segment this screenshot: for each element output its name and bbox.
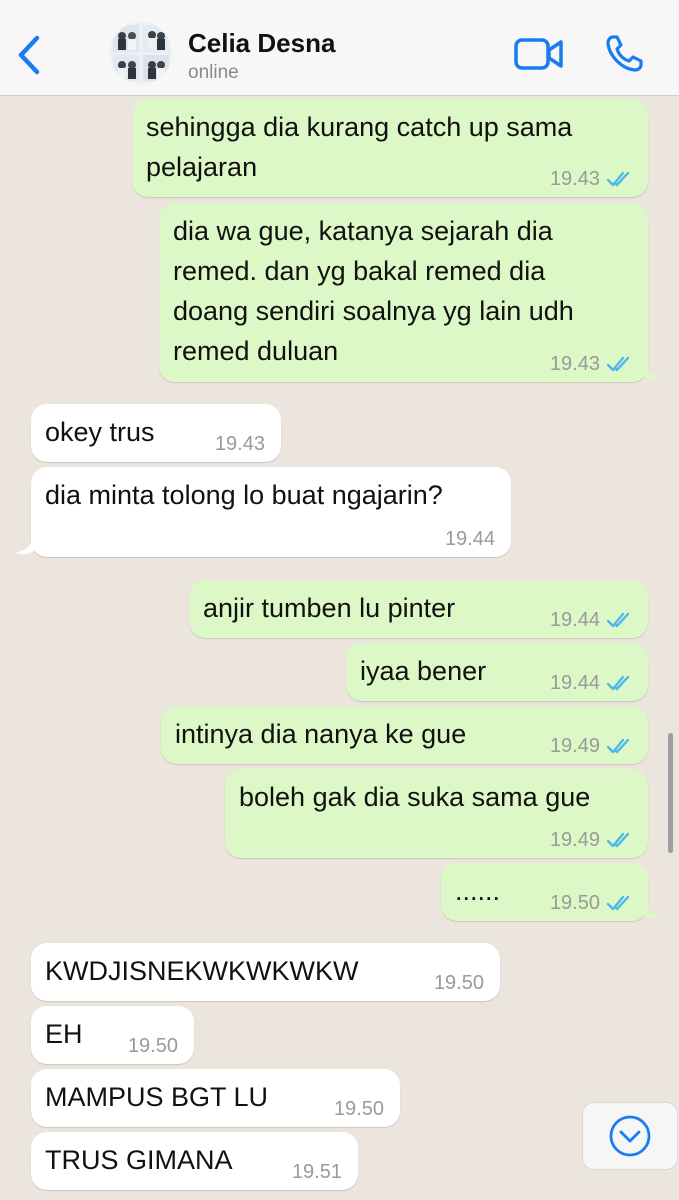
message-meta: 19.50 (334, 1099, 384, 1119)
message-text: TRUS GIMANA (45, 1145, 233, 1175)
message-text: okey trus (45, 417, 155, 447)
profile-photo (110, 22, 172, 84)
message-time: 19.49 (549, 735, 600, 757)
message-meta: 19.43 (215, 434, 265, 454)
message-meta: 19.49 (550, 830, 632, 850)
double-check-icon (606, 675, 630, 691)
message-meta: 19.44 (550, 673, 632, 693)
message-text: iyaa bener (360, 656, 487, 686)
chevron-down-circle-icon (609, 1115, 651, 1157)
message-incoming[interactable]: EH 19.50 (31, 1006, 194, 1064)
message-text: intinya dia nanya ke gue (175, 719, 467, 749)
message-incoming[interactable]: okey trus 19.43 (31, 404, 281, 462)
avatar[interactable] (110, 22, 172, 84)
double-check-icon (606, 738, 630, 754)
message-incoming[interactable]: dia minta tolong lo buat ngajarin? 19.44 (31, 467, 511, 557)
message-outgoing[interactable]: dia wa gue, katanya sejarah dia remed. d… (159, 203, 648, 382)
message-meta: 19.44 (445, 529, 495, 549)
video-camera-icon (514, 38, 563, 70)
message-text: boleh gak dia suka sama gue (239, 782, 591, 812)
message-meta: 19.50 (128, 1036, 178, 1056)
message-time: 19.43 (549, 168, 600, 190)
double-check-icon (606, 171, 630, 187)
message-text: KWDJISNEKWKWKWKW (45, 956, 359, 986)
scrollbar[interactable] (668, 733, 673, 853)
message-time: 19.49 (549, 829, 600, 851)
message-time: 19.50 (127, 1035, 178, 1057)
message-outgoing[interactable]: iyaa bener 19.44 (346, 643, 648, 701)
message-outgoing[interactable]: sehingga dia kurang catch up sama pelaja… (132, 99, 648, 197)
message-meta: 19.51 (292, 1162, 342, 1182)
message-text: ...... (455, 876, 501, 906)
message-time: 19.50 (549, 892, 600, 914)
message-time: 19.43 (549, 353, 600, 375)
message-text: sehingga dia kurang catch up sama pelaja… (146, 112, 573, 182)
message-time: 19.44 (549, 609, 600, 631)
message-text: dia minta tolong lo buat ngajarin? (45, 480, 443, 510)
double-check-icon (606, 612, 630, 628)
message-meta: 19.49 (550, 736, 632, 756)
message-incoming[interactable]: KWDJISNEKWKWKWKW 19.50 (31, 943, 500, 1001)
message-text: dia wa gue, katanya sejarah dia remed. d… (173, 216, 574, 366)
bubble-tail (643, 901, 663, 919)
message-meta: 19.43 (550, 354, 632, 374)
message-time: 19.44 (549, 672, 600, 694)
double-check-icon (606, 832, 630, 848)
message-meta: 19.44 (550, 610, 632, 630)
message-time: 19.43 (214, 433, 265, 455)
bubble-tail (14, 537, 34, 555)
message-meta: 19.50 (550, 893, 632, 913)
bubble-tail (643, 362, 663, 380)
message-incoming[interactable]: TRUS GIMANA 19.51 (31, 1132, 358, 1190)
message-time: 19.51 (291, 1161, 342, 1183)
scroll-to-bottom-button[interactable] (582, 1102, 678, 1170)
message-meta: 19.50 (434, 973, 484, 993)
message-outgoing[interactable]: anjir tumben lu pinter 19.44 (189, 580, 648, 638)
double-check-icon (606, 895, 630, 911)
message-outgoing[interactable]: ...... 19.50 (441, 863, 648, 921)
message-text: anjir tumben lu pinter (203, 593, 456, 623)
contact-status: online (188, 62, 239, 83)
message-incoming[interactable]: MAMPUS BGT LU 19.50 (31, 1069, 400, 1127)
message-outgoing[interactable]: boleh gak dia suka sama gue 19.49 (225, 769, 648, 858)
back-button[interactable] (10, 30, 50, 80)
message-text: EH (45, 1019, 83, 1049)
message-time: 19.44 (444, 528, 495, 550)
message-outgoing[interactable]: intinya dia nanya ke gue 19.49 (161, 706, 648, 764)
double-check-icon (606, 356, 630, 372)
message-time: 19.50 (433, 972, 484, 994)
message-time: 19.50 (333, 1098, 384, 1120)
voice-call-button[interactable] (604, 34, 644, 74)
message-text: MAMPUS BGT LU (45, 1082, 269, 1112)
phone-icon (606, 35, 643, 72)
chevron-left-icon (18, 35, 40, 75)
message-meta: 19.43 (550, 169, 632, 189)
video-call-button[interactable] (514, 36, 564, 72)
contact-name[interactable]: Celia Desna (188, 28, 335, 59)
chat-header: Celia Desna online (0, 0, 679, 96)
